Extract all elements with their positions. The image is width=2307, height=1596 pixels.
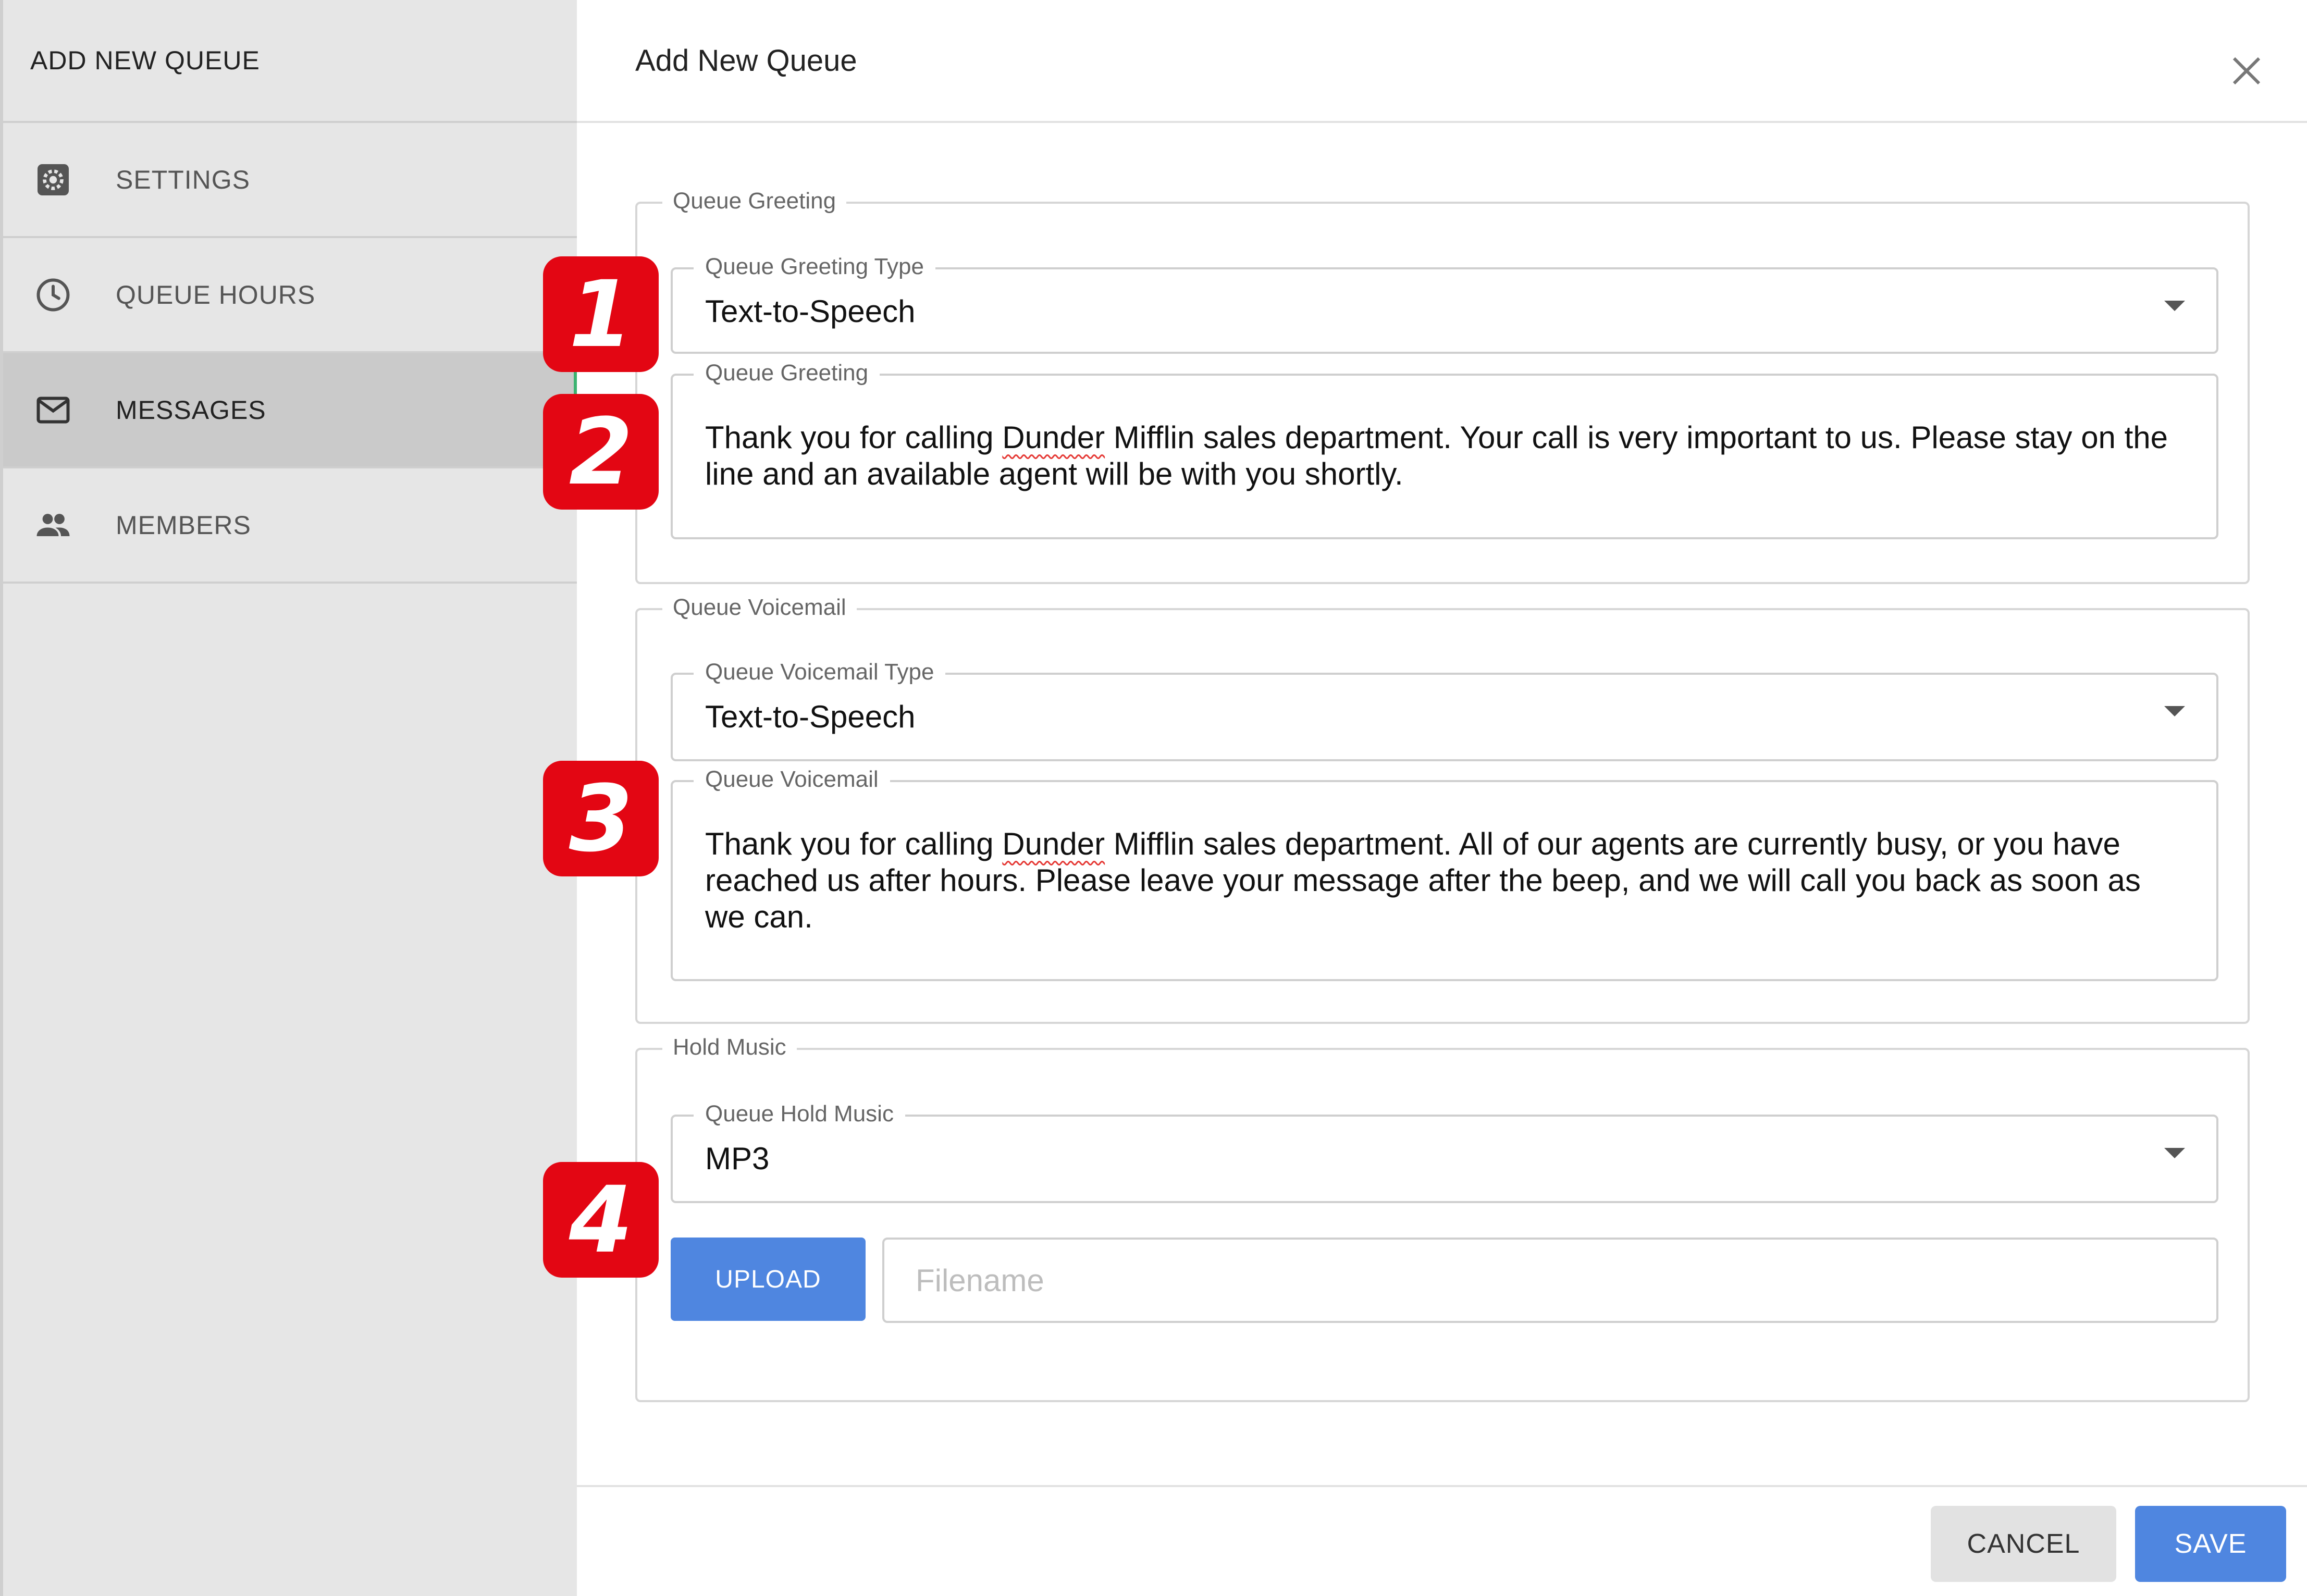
queue-voicemail-type-label: Queue Voicemail Type [694, 659, 946, 685]
queue-voicemail-group: Queue Voicemail Queue Voicemail Type Tex… [635, 595, 2250, 1024]
dialog-header: Add New Queue [577, 0, 2307, 123]
sidebar-item-members[interactable]: MEMBERS [3, 468, 577, 584]
queue-greeting-text: Thank you for calling Dunder Mifflin sal… [705, 420, 2168, 491]
upload-button[interactable]: UPLOAD [671, 1238, 866, 1321]
chevron-down-icon [2164, 301, 2185, 311]
dialog-footer: CANCEL SAVE [577, 1485, 2307, 1596]
sidebar-item-label: MESSAGES [116, 395, 266, 425]
main-panel: Add New Queue Queue Greeting Queue Greet… [577, 0, 2307, 1596]
sidebar-item-label: SETTINGS [116, 165, 251, 194]
callout-badge-3: 3 [543, 761, 659, 876]
queue-hold-music-value: MP3 [705, 1141, 770, 1176]
queue-voicemail-type-value: Text-to-Speech [705, 699, 916, 734]
page-title: Add New Queue [635, 43, 857, 78]
queue-voicemail-label: Queue Voicemail [694, 766, 890, 793]
sidebar: ADD NEW QUEUE SETTINGS QUEUE HOURS MESSA… [0, 0, 577, 1596]
people-icon [32, 504, 74, 546]
gear-icon [32, 159, 74, 201]
hold-music-legend: Hold Music [662, 1034, 797, 1060]
queue-greeting-type-value: Text-to-Speech [705, 294, 916, 329]
queue-hold-music-select[interactable]: Queue Hold Music MP3 [671, 1101, 2218, 1203]
callout-badge-1: 1 [543, 256, 659, 372]
queue-voicemail-type-select[interactable]: Queue Voicemail Type Text-to-Speech [671, 659, 2218, 761]
sidebar-item-label: QUEUE HOURS [116, 280, 316, 310]
save-button[interactable]: SAVE [2135, 1506, 2286, 1582]
spellcheck-word: Dunder [1002, 826, 1105, 861]
queue-voicemail-textarea[interactable]: Queue Voicemail Thank you for calling Du… [671, 766, 2218, 981]
sidebar-item-queue-hours[interactable]: QUEUE HOURS [3, 238, 577, 353]
callout-badge-2: 2 [543, 394, 659, 510]
hold-music-group: Hold Music Queue Hold Music MP3 UPLOAD [635, 1034, 2250, 1402]
sidebar-item-settings[interactable]: SETTINGS [3, 123, 577, 238]
cancel-button[interactable]: CANCEL [1931, 1506, 2116, 1582]
queue-greeting-label: Queue Greeting [694, 360, 880, 386]
queue-greeting-legend: Queue Greeting [662, 188, 847, 214]
chevron-down-icon [2164, 1148, 2185, 1158]
sidebar-item-messages[interactable]: MESSAGES [3, 353, 577, 468]
clock-icon [32, 274, 74, 316]
queue-voicemail-text: Thank you for calling Dunder Mifflin sal… [705, 826, 2141, 934]
queue-greeting-type-label: Queue Greeting Type [694, 254, 935, 280]
chevron-down-icon [2164, 706, 2185, 716]
sidebar-title: ADD NEW QUEUE [3, 0, 577, 123]
queue-greeting-type-select[interactable]: Queue Greeting Type Text-to-Speech [671, 254, 2218, 354]
queue-greeting-textarea[interactable]: Queue Greeting Thank you for calling Dun… [671, 360, 2218, 539]
queue-voicemail-legend: Queue Voicemail [662, 595, 857, 621]
callout-badge-4: 4 [543, 1162, 659, 1278]
queue-hold-music-label: Queue Hold Music [694, 1101, 905, 1127]
spellcheck-word: Dunder [1002, 420, 1105, 455]
queue-greeting-group: Queue Greeting Queue Greeting Type Text-… [635, 188, 2250, 584]
envelope-icon [32, 389, 74, 431]
filename-input[interactable] [882, 1238, 2218, 1323]
add-queue-dialog: ADD NEW QUEUE SETTINGS QUEUE HOURS MESSA… [0, 0, 2307, 1596]
close-icon[interactable] [2228, 52, 2265, 90]
sidebar-item-label: MEMBERS [116, 510, 251, 540]
